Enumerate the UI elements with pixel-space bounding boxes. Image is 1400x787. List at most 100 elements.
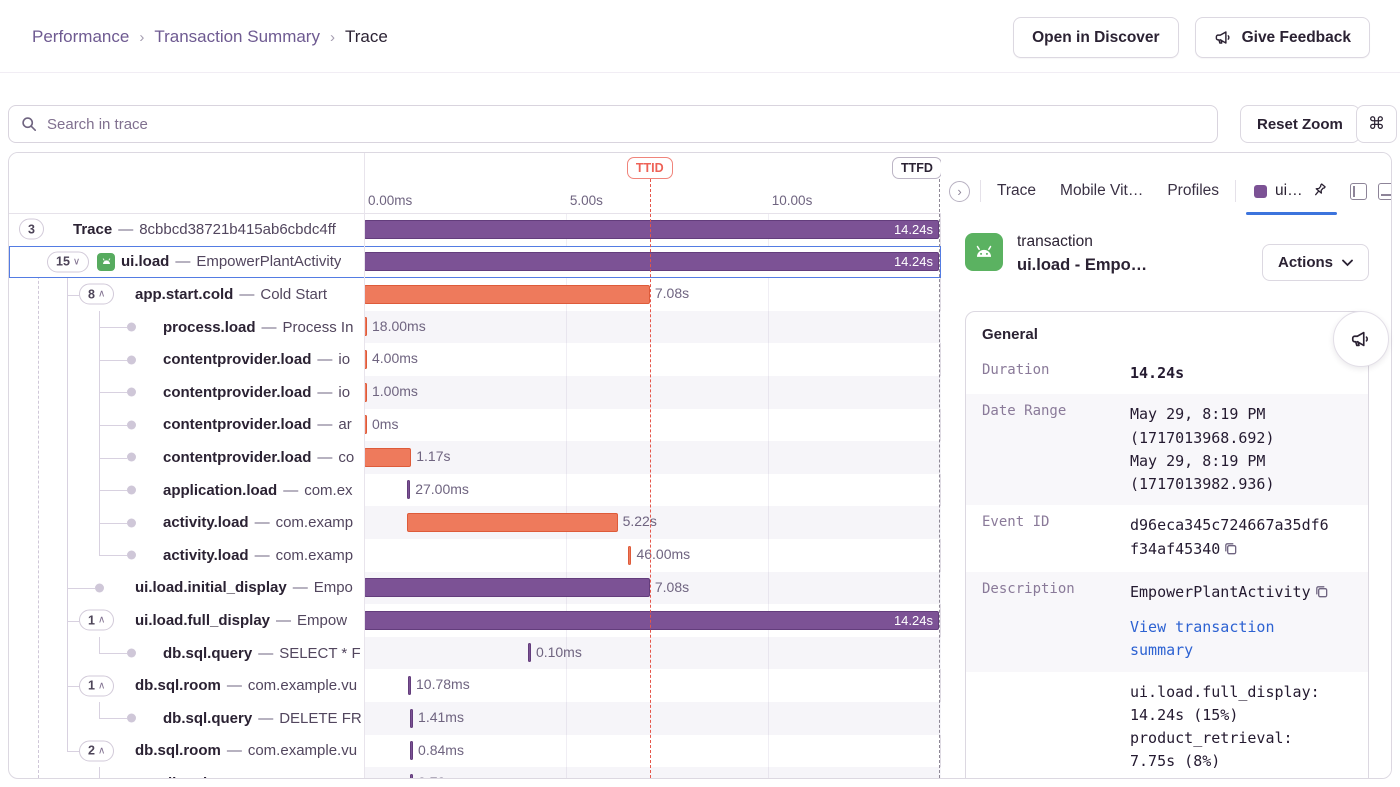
span-duration-inside: 14.24s (894, 254, 933, 269)
trace-row-contentprovider.load[interactable]: contentprovider.load—io1.00ms (9, 376, 941, 409)
span-duration-label: 7.08s (655, 285, 689, 301)
span-bar[interactable] (408, 676, 411, 695)
span-bullet (127, 453, 136, 462)
date-range-row: Date Range May 29, 8:19 PM (1717013968.6… (966, 394, 1368, 505)
description-row: Description EmpowerPlantActivity View tr… (966, 572, 1368, 672)
trace-row-ui.load[interactable]: 15∨ ui.load—EmpowerPlantActivity 14.24s (9, 246, 941, 279)
open-in-discover-button[interactable]: Open in Discover (1013, 17, 1178, 58)
trace-row-activity.load[interactable]: activity.load—com.examp5.22s (9, 506, 941, 539)
give-feedback-button[interactable]: Give Feedback (1195, 17, 1370, 58)
megaphone-icon (1350, 328, 1372, 350)
span-bar[interactable] (410, 709, 413, 728)
megaphone-icon (1214, 28, 1233, 47)
ttid-marker-line (650, 179, 651, 778)
span-bar[interactable] (407, 480, 410, 499)
search-icon (21, 116, 37, 132)
trace-row-db.sql.room[interactable]: 2∧db.sql.room—com.example.vu0.84ms (9, 735, 941, 768)
layout-left-sidebar-icon[interactable] (1350, 183, 1367, 200)
trace-row-Trace[interactable]: 3Trace—8cbbcd38721b415ab6cbdc4ff14.24s (9, 213, 941, 246)
trace-row-process.load[interactable]: process.load—Process In18.00ms (9, 311, 941, 344)
trace-row-ui.load.initial_display[interactable]: ui.load.initial_display—Empo7.08s (9, 572, 941, 605)
tree-connector-line (99, 767, 100, 778)
trace-row-ui.load.full_display[interactable]: 1∧ui.load.full_display—Empow14.24s (9, 604, 941, 637)
trace-row-app.start.cold[interactable]: 8∧app.start.cold—Cold Start7.08s (9, 278, 941, 311)
ttid-badge: TTID (627, 157, 673, 179)
view-transaction-summary-link[interactable]: View transaction summary (1130, 616, 1334, 663)
span-row-label: contentprovider.load—io (163, 343, 350, 376)
breadcrumb-chevron-icon: › (139, 29, 144, 46)
collapse-panel-icon[interactable]: › (949, 181, 970, 202)
span-bar[interactable] (364, 578, 650, 597)
trace-row-application.load[interactable]: application.load—com.ex27.00ms (9, 474, 941, 507)
span-bullet (127, 420, 136, 429)
general-section-title: General (966, 312, 1368, 353)
span-bar[interactable]: 14.24s (364, 611, 939, 630)
tree-connector-stub (99, 653, 127, 654)
tree-connector-line (99, 311, 100, 556)
span-duration-inside: 14.24s (894, 222, 933, 237)
tab-mobile-vitals[interactable]: Mobile Vit… (1048, 182, 1155, 200)
feedback-fab-button[interactable] (1333, 311, 1389, 367)
span-bullet (127, 486, 136, 495)
trace-waterfall: 0.00ms5.00s10.00sTTIDTTFD 3Trace—8cbbcd3… (9, 153, 941, 778)
span-bullet (95, 583, 104, 592)
span-bar[interactable]: 14.24s (364, 252, 939, 271)
trace-row-contentprovider.load[interactable]: contentprovider.load—io 4.00ms (9, 343, 941, 376)
trace-row-db.sql.room[interactable]: 1∧db.sql.room—com.example.vu10.78ms (9, 669, 941, 702)
span-duration-label: 4.00ms (372, 350, 418, 366)
actions-button[interactable]: Actions (1262, 244, 1369, 281)
breadcrumb-performance[interactable]: Performance (32, 27, 129, 47)
copy-icon[interactable] (1314, 583, 1329, 606)
reset-zoom-button[interactable]: Reset Zoom (1240, 105, 1360, 143)
span-bar[interactable] (410, 774, 413, 778)
row-chart-background (365, 311, 941, 344)
span-bar[interactable] (528, 643, 531, 662)
breadcrumb-transaction-summary[interactable]: Transaction Summary (154, 27, 320, 47)
trace-row-contentprovider.load[interactable]: contentprovider.load—ar0ms (9, 409, 941, 442)
expand-pill[interactable]: 3 (19, 219, 44, 240)
span-bar[interactable] (364, 285, 650, 304)
row-chart-background (365, 343, 941, 376)
expand-pill[interactable]: 2∧ (79, 740, 114, 761)
tree-connector-stub (99, 718, 127, 719)
span-row-label: ui.load—EmpowerPlantActivity (121, 246, 341, 279)
search-in-trace-box[interactable] (8, 105, 1218, 143)
trace-row-db.sql.query[interactable]: db.sql.query—SELECT * F0.10ms (9, 637, 941, 670)
tree-connector-stub (99, 425, 127, 426)
tab-profiles[interactable]: Profiles (1155, 182, 1231, 200)
trace-row-contentprovider.load[interactable]: contentprovider.load—co1.17s (9, 441, 941, 474)
span-duration-label: 5.22s (623, 513, 657, 529)
expand-pill[interactable]: 8∧ (79, 284, 114, 305)
pin-icon[interactable] (1311, 182, 1329, 200)
description-value: EmpowerPlantActivity View transaction su… (1130, 581, 1334, 663)
expand-pill[interactable]: 1∧ (79, 675, 114, 696)
command-shortcut-button[interactable]: ⌘ (1356, 105, 1397, 143)
expand-pill[interactable]: 1∧ (79, 610, 114, 631)
tree-connector-stub (67, 588, 95, 589)
trace-row-activity.load[interactable]: activity.load—com.examp46.00ms (9, 539, 941, 572)
trace-row-db.sql.query[interactable]: db.sql.query—DELETE FR1.41ms (9, 702, 941, 735)
span-bullet (127, 323, 136, 332)
time-ruler-label: 0.00ms (368, 193, 412, 208)
span-bullet (127, 388, 136, 397)
span-bar[interactable]: 14.24s (364, 220, 939, 239)
date-range-value: May 29, 8:19 PM (1717013968.692) May 29,… (1130, 403, 1334, 496)
span-duration-label: 1.41ms (418, 709, 464, 725)
tree-chart-divider[interactable] (364, 153, 365, 778)
span-bar[interactable] (410, 741, 413, 760)
expand-pill[interactable]: 15∨ (47, 251, 89, 272)
search-input[interactable] (45, 115, 1205, 134)
tab-ui-load-active[interactable]: ui… (1240, 169, 1339, 213)
span-bullet (127, 355, 136, 364)
span-bar[interactable] (407, 513, 618, 532)
trace-row-db.sql.query[interactable]: db.sql.query—INSERT OR0.70ms (9, 767, 941, 778)
copy-icon[interactable] (1223, 540, 1238, 563)
breadcrumb: Performance › Transaction Summary › Trac… (32, 27, 388, 47)
tab-trace[interactable]: Trace (985, 182, 1048, 200)
span-bar[interactable] (364, 448, 411, 467)
breadcrumb-chevron-icon: › (330, 29, 335, 46)
layout-bottom-drawer-icon[interactable] (1378, 183, 1392, 200)
drawer-tab-bar: › Trace Mobile Vit… Profiles ui… (949, 169, 1392, 213)
span-row-label: process.load—Process In (163, 311, 353, 344)
span-color-swatch (1254, 185, 1267, 198)
